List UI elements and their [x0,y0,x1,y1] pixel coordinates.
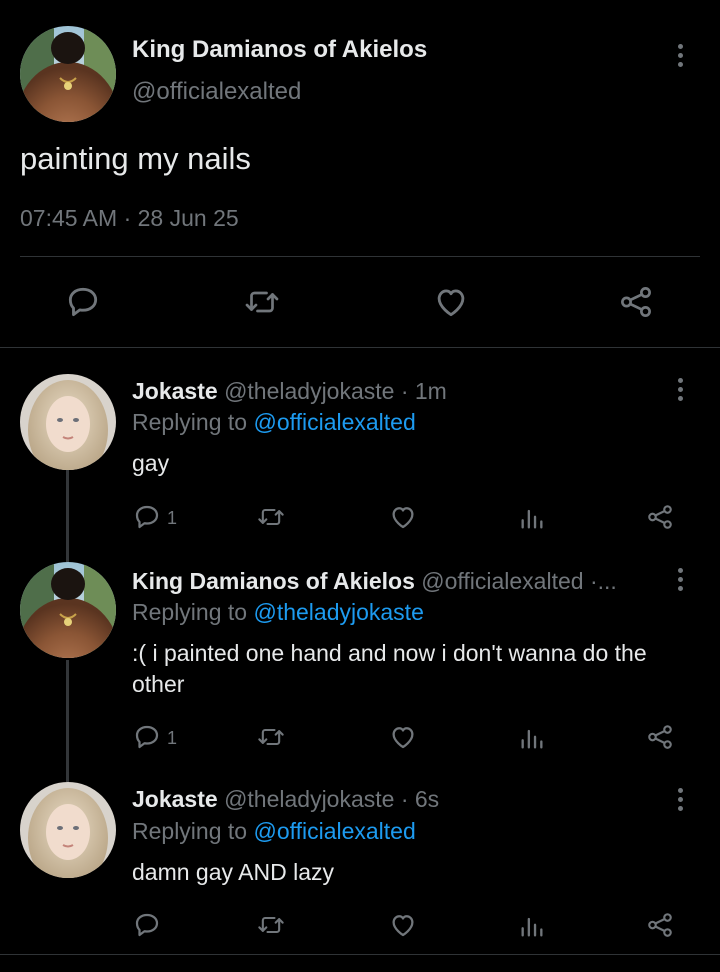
author-handle[interactable]: @officialexalted [132,78,301,106]
reply-meta: @theladyjokaste · 1m [224,378,447,404]
tweet-text: painting my nails [20,141,251,176]
thread-line [66,538,69,562]
analytics-icon[interactable] [518,504,546,532]
like-icon[interactable] [388,502,418,532]
more-options-icon[interactable] [673,788,687,811]
main-tweet: King Damianos of Akielos @officialexalte… [0,0,720,348]
tweet-timestamp: 07:45 AM · 28 Jun 25 [20,205,239,231]
reply-header: Jokaste @theladyjokaste · 1m [132,378,447,405]
divider [0,954,720,955]
share-icon[interactable] [645,722,675,752]
thread-line [66,470,69,538]
analytics-icon[interactable] [518,724,546,752]
more-options-icon[interactable] [673,378,687,401]
share-icon[interactable] [645,910,675,940]
avatar-jokaste[interactable] [20,782,116,878]
analytics-icon[interactable] [518,912,546,940]
thread-line [66,660,69,768]
like-icon[interactable] [388,910,418,940]
reply-count: 1 [167,728,178,748]
more-options-icon[interactable] [673,568,687,591]
avatar-damianos[interactable] [20,562,116,658]
reply-text: :( i painted one hand and now i don't wa… [132,640,647,697]
avatar-jokaste[interactable] [20,374,116,470]
like-icon[interactable] [388,722,418,752]
reply-author-name[interactable]: King Damianos of Akielos [132,568,415,594]
replying-to-handle[interactable]: @officialexalted [253,409,415,435]
replying-to-label: Replying to [132,409,248,435]
reply-header: King Damianos of Akielos @officialexalte… [132,568,617,595]
reply-item[interactable]: Jokaste @theladyjokaste · 1m Replying to… [0,348,720,538]
reply-header: Jokaste @theladyjokaste · 6s [132,786,439,813]
replying-to: Replying to @theladyjokaste [132,599,424,626]
reply-item[interactable]: Jokaste @theladyjokaste · 6s Replying to… [0,760,720,972]
retweet-icon[interactable] [243,284,281,320]
retweet-icon[interactable] [256,723,286,751]
reply-meta: @theladyjokaste · 6s [224,786,440,812]
replying-to: Replying to @officialexalted [132,409,416,436]
reply-icon[interactable] [64,283,102,321]
reply-author-name[interactable]: Jokaste [132,786,218,812]
reply-count: 1 [167,508,178,528]
retweet-icon[interactable] [256,503,286,531]
reply-item[interactable]: King Damianos of Akielos @officialexalte… [0,538,720,768]
reply-text: gay [132,450,170,476]
replying-to-handle[interactable]: @officialexalted [253,818,415,844]
replying-to-label: Replying to [132,599,248,625]
divider [20,256,700,257]
like-icon[interactable] [431,283,471,321]
author-name[interactable]: King Damianos of Akielos [132,36,427,64]
reply-author-name[interactable]: Jokaste [132,378,218,404]
reply-icon[interactable] [132,910,162,940]
more-options-icon[interactable] [673,44,687,67]
avatar-damianos[interactable] [20,26,116,122]
reply-icon[interactable] [132,722,162,752]
share-icon[interactable] [617,283,655,321]
retweet-icon[interactable] [256,911,286,939]
reply-meta: @officialexalted ·... [421,568,617,594]
reply-text: damn gay AND lazy [132,859,334,885]
replying-to-handle[interactable]: @theladyjokaste [253,599,423,625]
replying-to: Replying to @officialexalted [132,818,416,845]
thread-line [66,760,69,782]
share-icon[interactable] [645,502,675,532]
reply-icon[interactable] [132,502,162,532]
replying-to-label: Replying to [132,818,248,844]
